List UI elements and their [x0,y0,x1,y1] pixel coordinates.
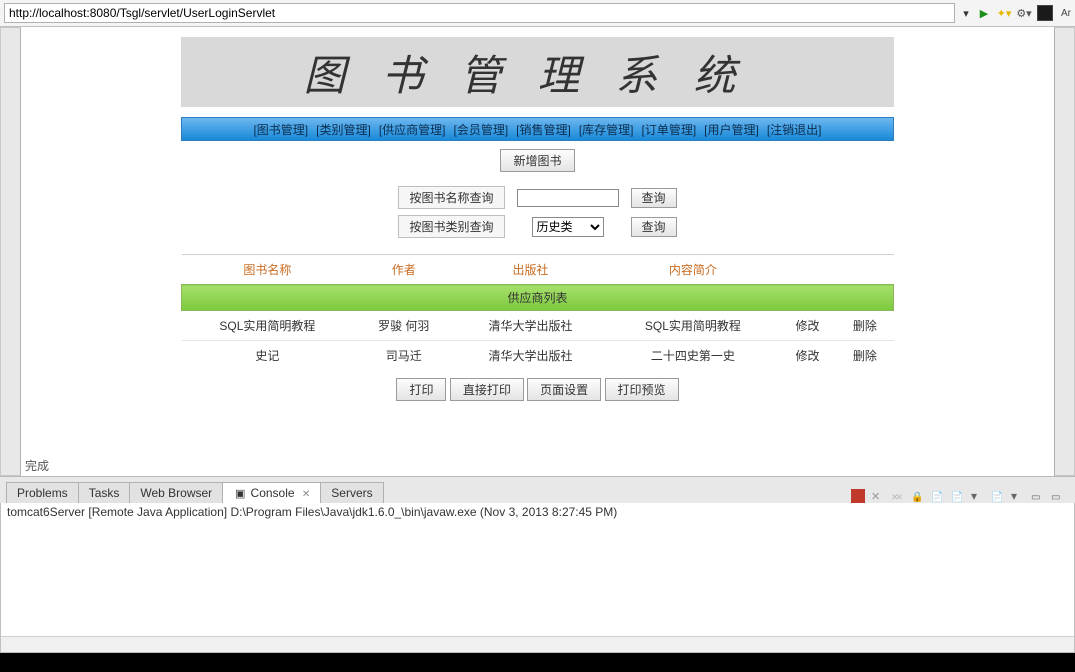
query-name-button[interactable]: 查询 [631,188,677,208]
browser-page: 图书管理系统 [图书管理] [类别管理] [供应商管理] [会员管理] [销售管… [21,27,1054,476]
delete-link[interactable]: 删除 [853,319,877,333]
search-cat-label: 按图书类别查询 [398,215,504,238]
url-dropdown-icon[interactable]: ▾ [959,6,973,20]
show-console-icon[interactable] [931,489,945,503]
col-name: 图书名称 [182,255,354,285]
query-cat-button[interactable]: 查询 [631,217,677,237]
print-direct-button[interactable]: 直接打印 [450,378,524,401]
right-label: Ar [1061,8,1071,19]
table-row: 史记 司马迁 清华大学出版社 二十四史第一史 修改 删除 [182,341,894,371]
bottom-black-bar [0,653,1075,672]
print-preview-button[interactable]: 打印预览 [605,378,679,401]
close-icon[interactable]: ✕ [302,489,310,500]
url-input[interactable] [4,3,955,23]
settings-icon[interactable]: ⚙▾ [1017,6,1031,20]
search-cat-select[interactable]: 历史类 [532,217,604,237]
table-caption: 供应商列表 [182,285,894,311]
delete-link[interactable]: 删除 [853,349,877,363]
edit-link[interactable]: 修改 [795,349,819,363]
nav-member[interactable]: [会员管理] [453,121,508,138]
terminate-icon[interactable] [851,489,865,503]
col-intro: 内容简介 [607,255,779,285]
nav-sales[interactable]: [销售管理] [516,121,571,138]
display-icon[interactable] [951,489,965,503]
main-nav: [图书管理] [类别管理] [供应商管理] [会员管理] [销售管理] [库存管… [181,117,894,141]
stop-icon[interactable] [1037,5,1053,21]
nav-user[interactable]: [用户管理] [704,121,759,138]
tab-webbrowser[interactable]: Web Browser [129,482,223,503]
page-title: 图书管理系统 [181,37,894,107]
url-bar: ▾ ▶ ✦▾ ⚙▾ Ar [0,0,1075,27]
tab-console[interactable]: ▣ Console ✕ [222,482,321,504]
tab-servers[interactable]: Servers [320,482,383,503]
tab-tasks[interactable]: Tasks [78,482,131,503]
console-panel: tomcat6Server [Remote Java Application] … [0,503,1075,653]
console-line: tomcat6Server [Remote Java Application] … [7,505,1068,519]
search-name-label: 按图书名称查询 [398,186,504,209]
nav-category[interactable]: [类别管理] [316,121,371,138]
maximize-icon[interactable] [1051,489,1065,503]
bottom-tabs: Problems Tasks Web Browser ▣ Console ✕ S… [0,476,1075,503]
horizontal-scrollbar[interactable] [1,636,1074,652]
status-text: 完成 [25,457,49,474]
add-book-button[interactable]: 新增图书 [500,149,574,172]
col-author: 作者 [353,255,454,285]
console-tab-icon: ▣ [233,486,247,500]
remove-all-icon[interactable] [891,489,905,503]
search-name-input[interactable] [517,189,619,207]
nav-logout[interactable]: [注销退出] [767,121,822,138]
pin-icon[interactable] [991,489,1005,503]
print-button[interactable]: 打印 [396,378,446,401]
go-icon[interactable]: ▶ [977,6,991,20]
dropdown-icon[interactable] [971,489,985,503]
favorite-icon[interactable]: ✦▾ [997,6,1011,20]
scroll-lock-icon[interactable] [911,489,925,503]
nav-book[interactable]: [图书管理] [253,121,308,138]
right-gutter [1054,27,1075,476]
print-row: 打印 直接打印 页面设置 打印预览 [21,378,1054,401]
view-menu-icon[interactable] [1011,489,1025,503]
page-setup-button[interactable]: 页面设置 [527,378,601,401]
nav-supplier[interactable]: [供应商管理] [379,121,446,138]
minimize-icon[interactable] [1031,489,1045,503]
remove-icon[interactable] [871,489,885,503]
left-gutter [0,27,21,476]
data-table: 供应商列表 图书名称 作者 出版社 内容简介 SQL实用简明教程 罗骏 何羽 清… [181,254,894,370]
tab-problems[interactable]: Problems [6,482,79,503]
edit-link[interactable]: 修改 [795,319,819,333]
col-press: 出版社 [454,255,607,285]
table-row: SQL实用简明教程 罗骏 何羽 清华大学出版社 SQL实用简明教程 修改 删除 [182,311,894,341]
search-form: 按图书名称查询 查询 按图书类别查询 历史类 查询 [386,180,688,244]
nav-order[interactable]: [订单管理] [642,121,697,138]
url-toolbar-icons: ▶ ✦▾ ⚙▾ [977,5,1053,21]
nav-stock[interactable]: [库存管理] [579,121,634,138]
